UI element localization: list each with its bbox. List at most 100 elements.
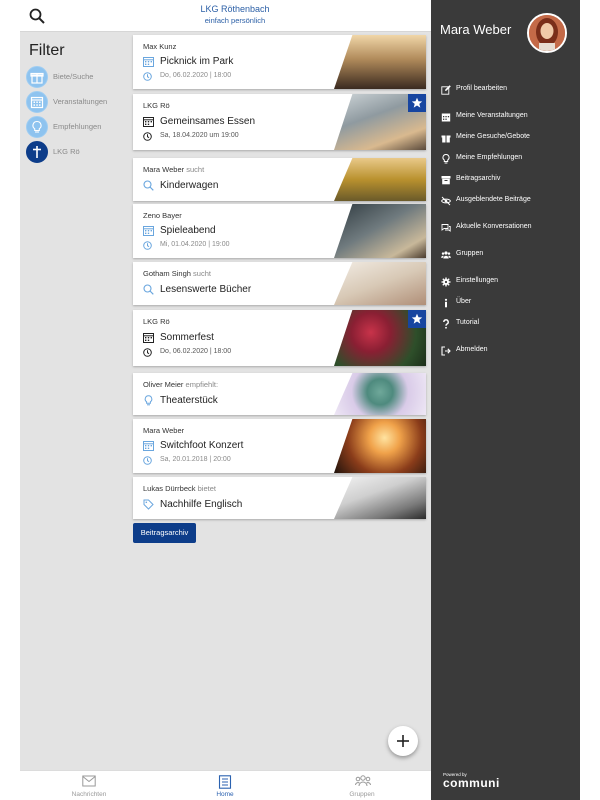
menu-label: Abmelden <box>456 346 488 353</box>
list-icon <box>218 775 232 789</box>
archive-icon <box>441 176 451 185</box>
filter-item-label: Empfehlungen <box>53 122 102 131</box>
search-icon <box>143 180 154 191</box>
post-meta: Sa, 20.01.2018 | 20:00 <box>160 456 231 463</box>
calendar-icon <box>143 117 154 127</box>
featured-badge <box>408 94 426 112</box>
filter-item-label: Biete/Suche <box>53 72 94 81</box>
menu-abmelden[interactable]: Abmelden <box>441 345 576 357</box>
menu-tutorial[interactable]: Tutorial <box>441 318 576 330</box>
filter-item-lkg-ro[interactable]: LKG Rö <box>26 141 136 163</box>
filter-item-biete-suche[interactable]: Biete/Suche <box>26 66 136 88</box>
nav-label: Home <box>216 791 234 798</box>
menu-meine-veranstaltungen[interactable]: Meine Veranstaltungen <box>441 111 576 123</box>
lightbulb-icon <box>144 395 153 406</box>
filter-item-empfehlungen[interactable]: Empfehlungen <box>26 116 136 138</box>
filter-item-veranstaltungen[interactable]: Veranstaltungen <box>26 91 136 113</box>
featured-badge <box>408 310 426 328</box>
post-meta: Do, 06.02.2020 | 18:00 <box>160 72 232 79</box>
menu-label: Über <box>456 298 472 305</box>
post-title: Lesenswerte Bücher <box>160 284 252 295</box>
post-card[interactable]: Mara Weber sucht Kinderwagen <box>133 158 426 201</box>
post-title: Gemeinsames Essen <box>160 116 256 127</box>
menu-label: Meine Gesuche/Gebote <box>456 133 530 140</box>
menu-ausgeblendete-beitraege[interactable]: Ausgeblendete Beiträge <box>441 195 576 207</box>
calendar-icon <box>143 57 154 67</box>
post-title: Sommerfest <box>160 332 214 343</box>
menu-meine-empfehlungen[interactable]: Meine Empfehlungen <box>441 153 576 165</box>
clock-icon <box>143 348 152 357</box>
menu-ueber[interactable]: Über <box>441 297 576 309</box>
post-title: Picknick im Park <box>160 56 234 67</box>
menu-label: Einstellungen <box>456 277 499 284</box>
post-author: LKG Rö <box>143 101 170 110</box>
nav-nachrichten[interactable]: Nachrichten <box>44 771 134 800</box>
lightbulb-icon <box>442 154 450 164</box>
avatar[interactable] <box>527 13 567 53</box>
menu-einstellungen[interactable]: Einstellungen <box>441 276 576 288</box>
gift-icon <box>26 66 48 88</box>
post-author: Gotham Singh sucht <box>143 269 211 278</box>
mail-icon <box>82 775 96 787</box>
menu-meine-gesuche-gebote[interactable]: Meine Gesuche/Gebote <box>441 132 576 144</box>
clock-icon <box>143 132 152 141</box>
menu-label: Meine Empfehlungen <box>456 154 523 161</box>
post-card[interactable]: LKG Rö Gemeinsames Essen Sa, 18.04.2020 … <box>133 94 426 150</box>
user-name: Mara Weber <box>440 22 512 37</box>
nav-home[interactable]: Home <box>180 771 270 800</box>
post-author: LKG Rö <box>143 317 170 326</box>
main-area: LKG Röthenbach einfach persönlich Filter… <box>20 0 431 800</box>
menu-label: Profil bearbeiten <box>456 85 507 92</box>
avatar-image <box>529 15 565 51</box>
logout-icon <box>441 346 451 356</box>
add-post-button[interactable] <box>388 726 418 756</box>
group-icon <box>441 251 451 259</box>
tag-icon <box>143 499 154 510</box>
gear-icon <box>441 277 451 287</box>
calendar-icon <box>143 226 154 236</box>
calendar-icon <box>26 91 48 113</box>
cross-icon <box>26 141 48 163</box>
post-card[interactable]: Zeno Bayer Spieleabend Mi, 01.04.2020 | … <box>133 204 426 258</box>
left-margin <box>0 0 20 800</box>
search-icon[interactable] <box>28 7 46 25</box>
eye-off-icon <box>441 196 451 206</box>
clock-icon <box>143 456 152 465</box>
info-icon <box>444 298 448 308</box>
menu-label: Aktuelle Konversationen <box>456 223 532 230</box>
question-icon <box>443 319 449 329</box>
post-meta: Do, 06.02.2020 | 18:00 <box>160 348 232 355</box>
filter-item-label: LKG Rö <box>53 147 80 156</box>
archive-button[interactable]: Beitragsarchiv <box>133 523 196 543</box>
top-bar: LKG Röthenbach einfach persönlich <box>20 0 431 32</box>
post-card[interactable]: Lukas Dürrbeck bietet Nachhilfe Englisch <box>133 477 426 519</box>
menu-profil-bearbeiten[interactable]: Profil bearbeiten <box>441 84 576 96</box>
star-icon <box>411 97 423 108</box>
post-author: Mara Weber sucht <box>143 165 205 174</box>
post-image <box>334 373 426 415</box>
brand-title: LKG Röthenbach <box>200 4 270 14</box>
menu-aktuelle-konversationen[interactable]: Aktuelle Konversationen <box>441 222 576 234</box>
nav-gruppen[interactable]: Gruppen <box>317 771 407 800</box>
menu-beitragsarchiv[interactable]: Beitragsarchiv <box>441 174 576 186</box>
chat-icon <box>441 224 451 232</box>
post-author: Zeno Bayer <box>143 211 182 220</box>
nav-label: Nachrichten <box>71 791 107 798</box>
post-card[interactable]: Gotham Singh sucht Lesenswerte Bücher <box>133 262 426 305</box>
post-author: Oliver Meier empfiehlt: <box>143 380 219 389</box>
post-image <box>334 419 426 473</box>
filter-item-label: Veranstaltungen <box>53 97 108 106</box>
post-card[interactable]: Oliver Meier empfiehlt: Theaterstück <box>133 373 426 415</box>
gift-icon <box>441 135 451 143</box>
clock-icon <box>143 72 152 81</box>
calendar-icon <box>143 441 154 451</box>
app: LKG Röthenbach einfach persönlich Filter… <box>0 0 600 800</box>
post-card[interactable]: Max Kunz Picknick im Park Do, 06.02.2020… <box>133 35 426 89</box>
filter-title: Filter <box>29 42 65 59</box>
group-icon <box>355 775 371 787</box>
clock-icon <box>143 241 152 250</box>
post-image <box>334 262 426 305</box>
post-card[interactable]: LKG Rö Sommerfest Do, 06.02.2020 | 18:00 <box>133 310 426 366</box>
menu-gruppen[interactable]: Gruppen <box>441 249 576 261</box>
post-card[interactable]: Mara Weber Switchfoot Konzert Sa, 20.01.… <box>133 419 426 473</box>
